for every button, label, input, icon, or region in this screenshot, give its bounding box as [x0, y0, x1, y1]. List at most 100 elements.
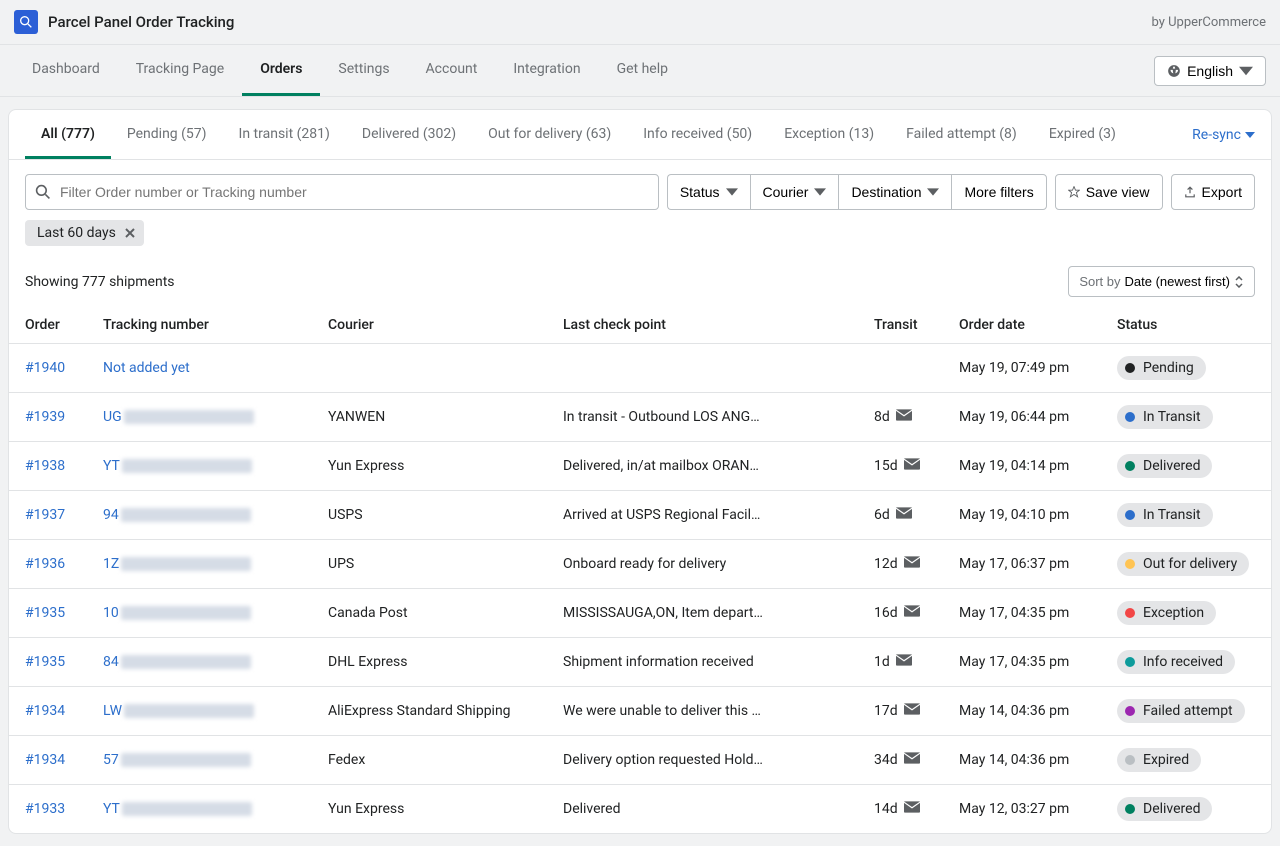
col-date: Order date — [943, 307, 1101, 344]
table-row[interactable]: #1934LWAliExpress Standard ShippingWe we… — [9, 687, 1271, 736]
tracking-link[interactable]: LW — [103, 703, 122, 719]
checkpoint-cell: Delivered, in/at mailbox ORANGE,CA — [547, 442, 858, 491]
mail-icon — [904, 801, 920, 817]
tab-exception[interactable]: Exception (13) — [768, 110, 890, 159]
nav-item-integration[interactable]: Integration — [495, 45, 598, 96]
courier-cell: UPS — [312, 540, 547, 589]
checkpoint-cell: Shipment information received — [547, 638, 858, 687]
tracking-link[interactable]: YT — [103, 458, 120, 474]
table-row[interactable]: #193510Canada PostMISSISSAUGA,ON, Item d… — [9, 589, 1271, 638]
courier-cell: Yun Express — [312, 442, 547, 491]
courier-cell: Fedex — [312, 736, 547, 785]
mail-icon — [904, 556, 920, 572]
resync-button[interactable]: Re-sync — [1192, 127, 1255, 143]
tracking-link[interactable]: UG — [103, 409, 122, 425]
tab-info-received[interactable]: Info received (50) — [627, 110, 768, 159]
export-button[interactable]: Export — [1171, 174, 1255, 210]
tracking-link[interactable]: 57 — [103, 752, 119, 768]
transit-cell: 6d — [858, 491, 943, 540]
nav-item-dashboard[interactable]: Dashboard — [14, 45, 118, 96]
table-row[interactable]: #1935 84 DHL ExpressShipment information r… — [9, 638, 1271, 687]
col-status: Status — [1101, 307, 1271, 344]
tracking-link[interactable]: 94 — [103, 507, 119, 523]
transit-cell: 12d — [858, 540, 943, 589]
mail-icon — [896, 654, 912, 670]
table-row[interactable]: #1939UGYANWENIn transit - Outbound LOS A… — [9, 393, 1271, 442]
order-link[interactable]: #1936 — [25, 556, 65, 572]
tab-out-for-delivery[interactable]: Out for delivery (63) — [472, 110, 627, 159]
status-badge: In Transit — [1117, 405, 1213, 429]
save-view-button[interactable]: Save view — [1055, 174, 1163, 210]
table-row[interactable]: #193794USPSArrived at USPS Regional Faci… — [9, 491, 1271, 540]
tab-expired[interactable]: Expired (3) — [1033, 110, 1132, 159]
status-badge: Exception — [1117, 601, 1216, 625]
table-row[interactable]: #1934 57 FedexDelivery option requested Ho… — [9, 736, 1271, 785]
export-icon — [1184, 186, 1196, 198]
checkpoint-cell: Arrived at USPS Regional Facility — [547, 491, 858, 540]
nav-item-settings[interactable]: Settings — [320, 45, 407, 96]
courier-cell: DHL Express — [312, 638, 547, 687]
destination-filter[interactable]: Destination — [838, 174, 951, 210]
table-row[interactable]: #1938 YT Yun ExpressDelivered, in/at mailb… — [9, 442, 1271, 491]
table-row[interactable]: #1940Not added yetMay 19, 07:49 pmPendin… — [9, 344, 1271, 393]
tracking-redacted — [122, 802, 252, 816]
tracking-link[interactable]: YT — [103, 801, 120, 817]
table-row[interactable]: #19361ZUPSOnboard ready for delivery12dM… — [9, 540, 1271, 589]
nav-item-get-help[interactable]: Get help — [599, 45, 686, 96]
order-link[interactable]: #1939 — [25, 409, 65, 425]
checkpoint-cell: Delivery option requested Hold at F… — [547, 736, 858, 785]
status-filter[interactable]: Status — [667, 174, 750, 210]
date-cell: May 19, 06:44 pm — [943, 393, 1101, 442]
order-link[interactable]: #1938 — [25, 458, 65, 474]
transit-cell: 16d — [858, 589, 943, 638]
status-badge: Out for delivery — [1117, 552, 1249, 576]
tab-failed-attempt[interactable]: Failed attempt (8) — [890, 110, 1033, 159]
checkpoint-cell: In transit - Outbound LOS ANGELES… — [547, 393, 858, 442]
more-filters-button[interactable]: More filters — [951, 174, 1046, 210]
order-link[interactable]: #1937 — [25, 507, 65, 523]
transit-cell: 17d — [858, 687, 943, 736]
col-transit: Transit — [858, 307, 943, 344]
tab-delivered[interactable]: Delivered (302) — [346, 110, 472, 159]
tracking-link[interactable]: 84 — [103, 654, 119, 670]
order-link[interactable]: #1933 — [25, 801, 65, 817]
order-link[interactable]: #1935 — [25, 654, 65, 670]
filter-chip-date[interactable]: Last 60 days — [25, 220, 144, 246]
sort-selector[interactable]: Sort by Date (newest first) — [1068, 266, 1255, 297]
col-checkpoint: Last check point — [547, 307, 858, 344]
checkpoint-cell — [547, 344, 858, 393]
status-badge: Info received — [1117, 650, 1235, 674]
order-link[interactable]: #1934 — [25, 752, 65, 768]
transit-cell: 8d — [858, 393, 943, 442]
courier-cell: Yun Express — [312, 785, 547, 834]
tab-pending[interactable]: Pending (57) — [111, 110, 223, 159]
nav-item-account[interactable]: Account — [408, 45, 496, 96]
courier-filter[interactable]: Courier — [750, 174, 839, 210]
search-input[interactable] — [25, 174, 659, 210]
byline: by UpperCommerce — [1152, 15, 1267, 30]
mail-icon — [896, 507, 912, 523]
search-icon — [35, 184, 51, 200]
tab-in-transit[interactable]: In transit (281) — [223, 110, 346, 159]
tracking-link[interactable]: 10 — [103, 605, 119, 621]
nav-item-tracking-page[interactable]: Tracking Page — [118, 45, 242, 96]
chevron-down-icon — [1245, 132, 1255, 138]
order-link[interactable]: #1934 — [25, 703, 65, 719]
table-row[interactable]: #1933YTYun ExpressDelivered14dMay 12, 03… — [9, 785, 1271, 834]
app-title: Parcel Panel Order Tracking — [48, 13, 234, 31]
chevron-down-icon — [1239, 64, 1253, 78]
date-cell: May 14, 04:36 pm — [943, 736, 1101, 785]
date-cell: May 19, 04:10 pm — [943, 491, 1101, 540]
tracking-link[interactable]: 1Z — [103, 556, 119, 572]
tracking-redacted — [121, 508, 251, 522]
col-tracking: Tracking number — [87, 307, 312, 344]
transit-cell: 1d — [858, 638, 943, 687]
tracking-redacted — [124, 704, 254, 718]
tracking-link[interactable]: Not added yet — [103, 360, 190, 376]
remove-filter-icon[interactable] — [124, 227, 136, 239]
nav-item-orders[interactable]: Orders — [242, 45, 320, 96]
language-selector[interactable]: English — [1154, 56, 1266, 86]
order-link[interactable]: #1940 — [25, 360, 65, 376]
tab-all[interactable]: All (777) — [25, 110, 111, 159]
order-link[interactable]: #1935 — [25, 605, 65, 621]
